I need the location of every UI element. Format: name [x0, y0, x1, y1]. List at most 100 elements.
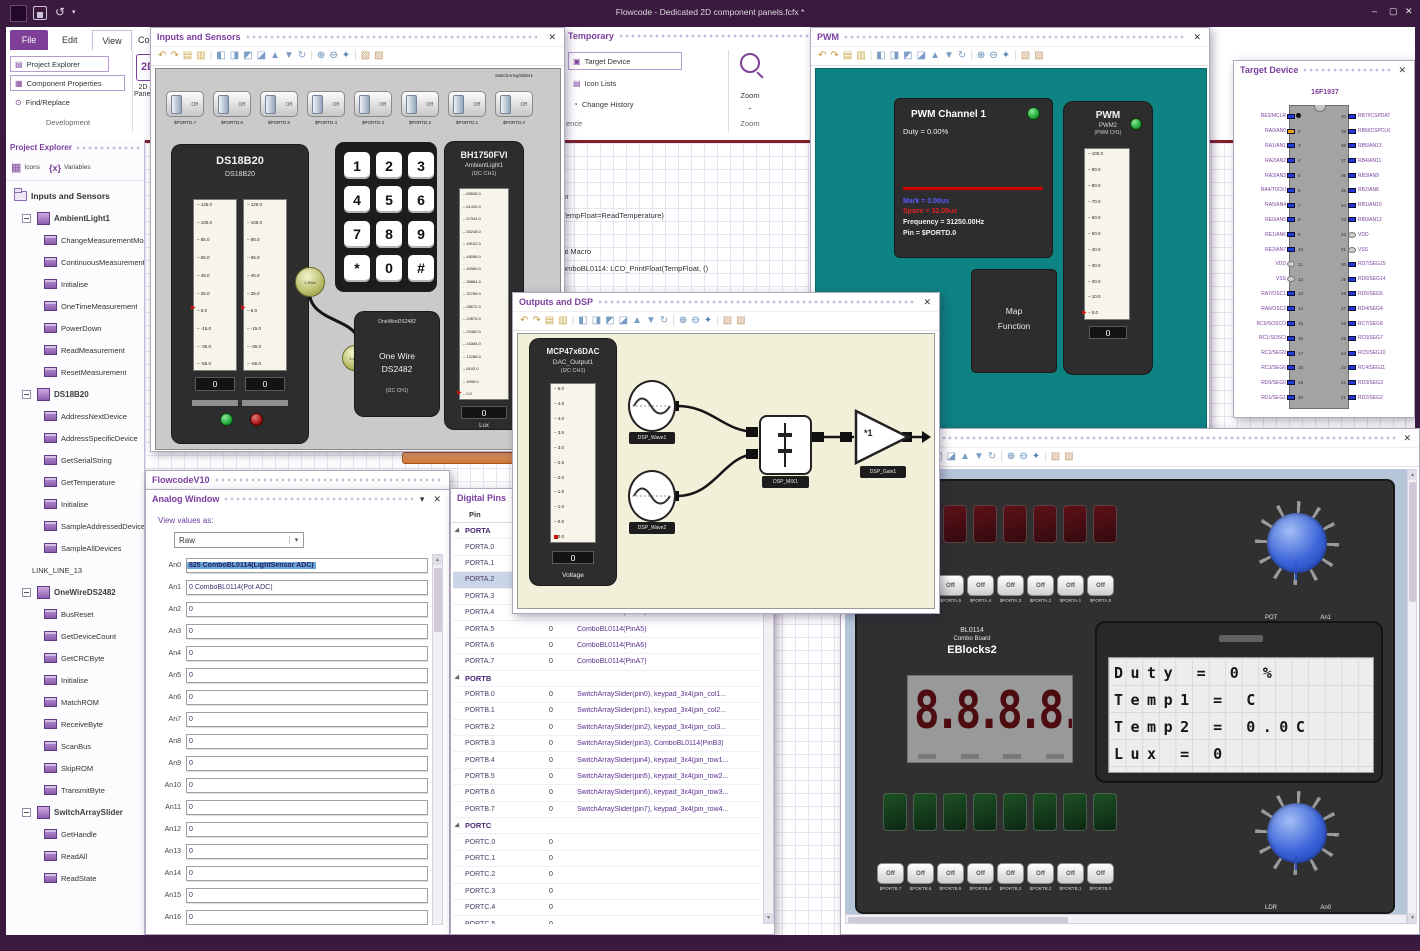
- tree-item[interactable]: SampleAllDevices: [6, 537, 144, 559]
- tree-item[interactable]: AddressSpecificDevice: [6, 427, 144, 449]
- group-expander-icon[interactable]: [453, 675, 465, 681]
- tree-item[interactable]: SampleAddressedDevice: [6, 515, 144, 537]
- off-button[interactable]: Off: [877, 863, 904, 884]
- voltage-value[interactable]: 0: [552, 551, 594, 564]
- off-button[interactable]: Off: [1057, 863, 1084, 884]
- off-button[interactable]: Off: [907, 863, 934, 884]
- toolbar-icon[interactable]: ↶: [520, 316, 528, 326]
- chip-pin-row[interactable]: RA2/AN2 4 37 RB4/AN11: [1236, 153, 1414, 168]
- port-button[interactable]: Off $PORTB.5: [937, 863, 964, 891]
- toolbar-icon[interactable]: ▧: [723, 316, 732, 326]
- digital-pin-row[interactable]: PORTC: [453, 818, 761, 835]
- pwm-meter-component[interactable]: PWM PWM2 (PWM CH1) 100.090.080.070.060.0…: [1064, 102, 1152, 374]
- maximize-button[interactable]: ▢: [1389, 6, 1398, 17]
- keypad-key[interactable]: 9: [408, 220, 434, 248]
- keypad-key[interactable]: 2: [376, 152, 402, 179]
- keypad-key[interactable]: 1: [344, 152, 370, 179]
- off-button[interactable]: Off: [1027, 575, 1054, 596]
- toolbar-icon[interactable]: ⊕: [317, 51, 325, 61]
- off-button[interactable]: Off: [967, 575, 994, 596]
- analog-channel-row[interactable]: An2 0: [150, 598, 428, 620]
- dsp-wave2-component[interactable]: DSP_Wave2: [627, 470, 677, 542]
- analog-channel-row[interactable]: An11 0: [150, 796, 428, 818]
- analog-value-input[interactable]: 0: [186, 733, 428, 749]
- keypad-key[interactable]: 7: [344, 220, 370, 248]
- digital-pin-row[interactable]: PORTC.0 0: [453, 834, 761, 851]
- tree-item[interactable]: ReceiveByte: [6, 713, 144, 735]
- dsp-mix-component[interactable]: DSP_MIX1: [759, 415, 814, 490]
- toolbar-icon[interactable]: ⊖: [691, 316, 699, 326]
- digital-pin-row[interactable]: PORTC.2 0: [453, 867, 761, 884]
- digital-pin-row[interactable]: PORTA.5 0 ComboBL0114(PinA5): [453, 621, 761, 638]
- off-button[interactable]: Off: [1057, 575, 1084, 596]
- tab-file[interactable]: File: [10, 30, 48, 50]
- toolbar-icon[interactable]: |: [970, 51, 973, 61]
- tree-item[interactable]: GetCRCByte: [6, 647, 144, 669]
- chevron-down-icon[interactable]: ▾: [289, 536, 303, 544]
- toolbar-icon[interactable]: |: [672, 316, 675, 326]
- chip-pin-row[interactable]: RE0/AN5 8 33 RB0/AN12: [1236, 213, 1414, 228]
- minimize-button[interactable]: –: [1372, 6, 1377, 16]
- keypad-key[interactable]: 5: [376, 186, 402, 214]
- tree-item[interactable]: LINK_LINE_13: [6, 559, 144, 581]
- port-button[interactable]: Off $PORTA.2: [1027, 575, 1054, 603]
- analog-channel-row[interactable]: An13 0: [150, 840, 428, 862]
- tab-edit[interactable]: Edit: [62, 35, 78, 45]
- window-titlebar[interactable]: Outputs and DSP ✕: [513, 293, 939, 311]
- tree-item[interactable]: ContinuousMeasurement: [6, 251, 144, 273]
- board-hscrollbar[interactable]: [845, 914, 1407, 924]
- close-icon[interactable]: ✕: [1191, 32, 1203, 42]
- tree-item[interactable]: BusReset: [6, 603, 144, 625]
- toolbar-icon[interactable]: ✦: [1032, 452, 1040, 462]
- tree-item[interactable]: ScanBus: [6, 735, 144, 757]
- analog-value-input[interactable]: 0: [186, 799, 428, 815]
- toolbar-icon[interactable]: ⊕: [1007, 452, 1015, 462]
- pot-knob[interactable]: [1267, 513, 1327, 580]
- toolbar-icon[interactable]: ◧: [578, 316, 587, 326]
- board-vscrollbar[interactable]: ▲ ▼: [1407, 469, 1417, 924]
- digital-pin-row[interactable]: PORTC.5 0: [453, 916, 761, 924]
- toolbar-icon[interactable]: ↷: [170, 51, 178, 61]
- keypad-key[interactable]: 8: [376, 220, 402, 248]
- port-button[interactable]: Off $PORTB.3: [997, 863, 1024, 891]
- scroll-up-icon[interactable]: ▲: [1408, 470, 1417, 480]
- toolbar-icon[interactable]: ◧: [876, 51, 885, 61]
- toolbar-icon[interactable]: ▼: [284, 51, 294, 61]
- toolbar-icon[interactable]: ↶: [818, 51, 826, 61]
- tree-item[interactable]: MatchROM: [6, 691, 144, 713]
- tree-item[interactable]: SwitchArraySlider: [6, 801, 144, 823]
- chip-pin-row[interactable]: RC1/SOSCI 16 25 RC6/SEG7: [1236, 331, 1414, 346]
- digital-pin-row[interactable]: PORTB.6 0 SwitchArraySlider(pin6), keypa…: [453, 785, 761, 802]
- analog-channel-row[interactable]: An9 0: [150, 752, 428, 774]
- toolbar-icon[interactable]: |: [870, 51, 873, 61]
- analog-value-input[interactable]: 0: [186, 689, 428, 705]
- tree-item[interactable]: Inputs and Sensors: [6, 185, 144, 207]
- toolbar-icon[interactable]: ◪: [947, 452, 956, 462]
- component-properties-button[interactable]: ▦ Component Properties: [10, 75, 125, 91]
- analog-channel-row[interactable]: An16 0: [150, 906, 428, 925]
- analog-channel-row[interactable]: An0 825 ComboBL0114(LightSensor ADC): [150, 554, 428, 576]
- port-button[interactable]: Off $PORTB.7: [877, 863, 904, 891]
- toolbar-icon[interactable]: ◩: [605, 316, 614, 326]
- chip-pin-row[interactable]: RA6/OSC2 14 27 RD4/SEG4: [1236, 301, 1414, 316]
- digital-pin-row[interactable]: PORTA.6 0 ComboBL0114(PinA6): [453, 638, 761, 655]
- toolbar-icon[interactable]: ▨: [374, 51, 383, 61]
- off-button[interactable]: Off: [1087, 863, 1114, 884]
- digital-pin-row[interactable]: PORTB.7 0 SwitchArraySlider(pin7), keypa…: [453, 802, 761, 819]
- keypad-component[interactable]: 1 2 3 4 5 6 7 8 9 * 0 #: [335, 142, 437, 292]
- toolbar-icon[interactable]: ▤: [183, 51, 192, 61]
- window-titlebar[interactable]: Inputs and Sensors ✕: [151, 28, 564, 46]
- port-button[interactable]: Off $PORTB.4: [967, 863, 994, 891]
- duty-value[interactable]: 0: [1089, 326, 1127, 339]
- toolbar-icon[interactable]: ↷: [830, 51, 838, 61]
- toolbar-icon[interactable]: ▲: [930, 51, 940, 61]
- target-device-toggle[interactable]: ▣ Target Device: [568, 52, 682, 70]
- keypad-key[interactable]: 4: [344, 186, 370, 214]
- off-button[interactable]: Off: [967, 863, 994, 884]
- tree-item[interactable]: Initialise: [6, 669, 144, 691]
- toolbar-icon[interactable]: |: [1000, 452, 1003, 462]
- toolbar-icon[interactable]: |: [310, 51, 313, 61]
- analog-channel-row[interactable]: An1 0 ComboBL0114(Pot ADC): [150, 576, 428, 598]
- analog-value-input[interactable]: 0: [186, 645, 428, 661]
- analog-value-input[interactable]: 0: [186, 909, 428, 925]
